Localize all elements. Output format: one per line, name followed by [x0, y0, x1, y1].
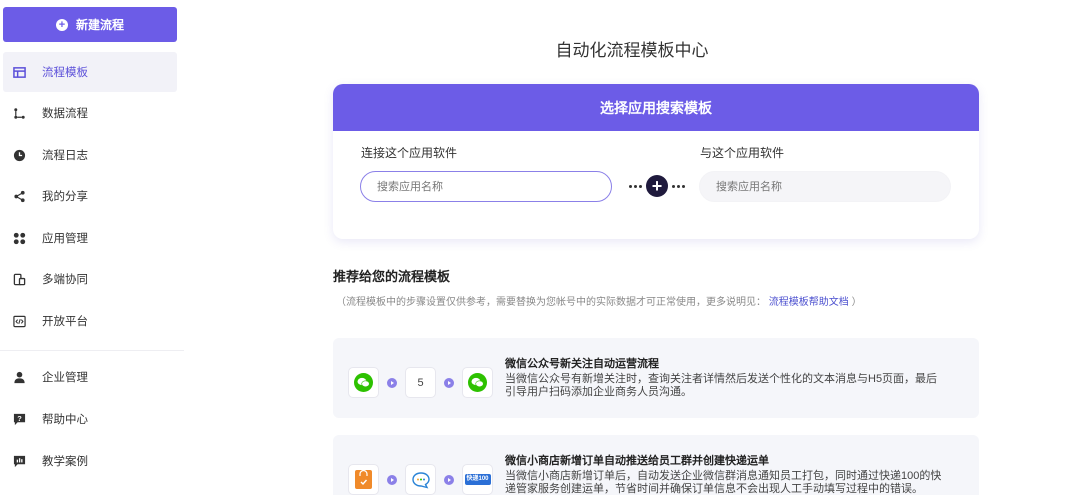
recommend-title: 推荐给您的流程模板 — [333, 269, 451, 284]
template-card[interactable]: 快递100 微信小商店新增订单自动推送给员工群并创建快递运单 当微信小商店新增订… — [333, 435, 979, 495]
sidebar-item-data-flow[interactable]: 数据流程 — [3, 93, 177, 133]
sidebar-item-templates[interactable]: 流程模板 — [3, 52, 177, 92]
svg-text:?: ? — [17, 413, 22, 422]
template-description: 当微信公众号有新增关注时，查询关注者详情然后发送个性化的文本消息与H5页面，最后… — [505, 373, 938, 398]
devices-icon — [12, 272, 26, 286]
wechat-icon — [354, 373, 373, 392]
sidebar-item-app-management[interactable]: 应用管理 — [3, 218, 177, 258]
recommend-note: （流程模板中的步骤设置仅供参考，需要替换为您帐号中的实际数据才可正常使用，更多说… — [336, 293, 862, 308]
template-title: 微信小商店新增订单自动推送给员工群并创建快递运单 — [505, 455, 769, 467]
chart-icon — [12, 454, 26, 468]
sidebar-item-label: 流程模板 — [42, 67, 88, 79]
template-icon — [12, 65, 26, 79]
step-app: 快递100 — [462, 464, 493, 495]
chat-bubble-icon — [411, 471, 430, 489]
plus-icon: + — [55, 18, 68, 31]
share-icon — [12, 189, 26, 203]
sidebar-item-label: 流程日志 — [42, 150, 88, 162]
dots-right — [672, 184, 685, 188]
step-app — [462, 367, 493, 398]
sidebar-item-label: 开放平台 — [42, 316, 88, 328]
sidebar-divider — [0, 350, 184, 351]
sidebar-item-label: 教学案例 — [42, 456, 88, 468]
sidebar-item-multi-device[interactable]: 多端协同 — [3, 259, 177, 299]
sidebar-item-enterprise[interactable]: 企业管理 — [3, 357, 177, 397]
template-card[interactable]: 5 微信公众号新关注自动运营流程 当微信公众号有新增关注时，查询关注者详情然后发… — [333, 338, 979, 418]
sidebar-item-my-shares[interactable]: 我的分享 — [3, 176, 177, 216]
apps-icon — [12, 231, 26, 245]
target-app-search-input[interactable] — [699, 171, 951, 202]
target-app-label: 与这个应用软件 — [700, 146, 785, 160]
wechat-icon — [468, 373, 487, 392]
template-description: 当微信小商店新增订单后，自动发送企业微信群消息通知员工打包，同时通过快递100的… — [505, 470, 942, 495]
help-icon: ? — [12, 412, 26, 426]
step-app — [405, 464, 436, 495]
sidebar-item-label: 帮助中心 — [42, 414, 88, 426]
step-arrow-icon — [387, 377, 397, 388]
page-title: 自动化流程模板中心 — [555, 41, 709, 60]
template-steps: 快递100 — [348, 464, 493, 495]
dots-left — [629, 184, 642, 188]
sidebar-item-help-center[interactable]: ? 帮助中心 — [3, 399, 177, 439]
sidebar-item-label: 我的分享 — [42, 191, 88, 203]
search-card-header: 选择应用搜索模板 — [333, 84, 979, 131]
step-arrow-icon — [444, 377, 454, 388]
template-help-doc-link[interactable]: 流程模板帮助文档 — [769, 297, 849, 308]
sidebar-item-label: 应用管理 — [42, 233, 88, 245]
new-flow-button[interactable]: + 新建流程 — [3, 7, 177, 42]
sidebar: + 新建流程 流程模板 数据流程 流程日志 我的分享 应用管理 多端协同 开放平… — [0, 0, 184, 495]
note-suffix: ） — [851, 297, 862, 308]
sidebar-item-label: 数据流程 — [42, 108, 88, 120]
sidebar-item-flow-logs[interactable]: 流程日志 — [3, 135, 177, 175]
source-app-search-input[interactable] — [360, 171, 612, 202]
new-flow-label: 新建流程 — [75, 18, 124, 32]
express-logo: 快递100 — [464, 474, 491, 485]
step-app — [348, 367, 379, 398]
plus-icon: + — [646, 175, 668, 197]
person-icon — [12, 370, 26, 384]
code-icon — [12, 314, 26, 328]
sidebar-item-label: 企业管理 — [42, 372, 88, 384]
template-steps: 5 — [348, 367, 493, 398]
sidebar-item-open-platform[interactable]: 开放平台 — [3, 301, 177, 341]
step-number: 5 — [417, 376, 424, 389]
sidebar-item-label: 多端协同 — [42, 274, 88, 286]
shopping-bag-icon — [355, 469, 372, 489]
source-app-label: 连接这个应用软件 — [361, 146, 458, 160]
step-app — [348, 464, 379, 495]
step-app: 5 — [405, 367, 436, 398]
template-title: 微信公众号新关注自动运营流程 — [505, 358, 659, 370]
step-arrow-icon — [387, 474, 397, 485]
main-content: 自动化流程模板中心 选择应用搜索模板 连接这个应用软件 + 与这个应用软件 推荐… — [184, 0, 1080, 495]
flow-icon — [12, 106, 26, 120]
step-arrow-icon — [444, 474, 454, 485]
clock-icon — [12, 148, 26, 162]
sidebar-item-tutorials[interactable]: 教学案例 — [3, 441, 177, 481]
note-prefix: （流程模板中的步骤设置仅供参考，需要替换为您帐号中的实际数据才可正常使用，更多说… — [336, 297, 766, 308]
template-search-card: 选择应用搜索模板 连接这个应用软件 + 与这个应用软件 — [333, 84, 979, 239]
connector: + — [627, 174, 687, 198]
